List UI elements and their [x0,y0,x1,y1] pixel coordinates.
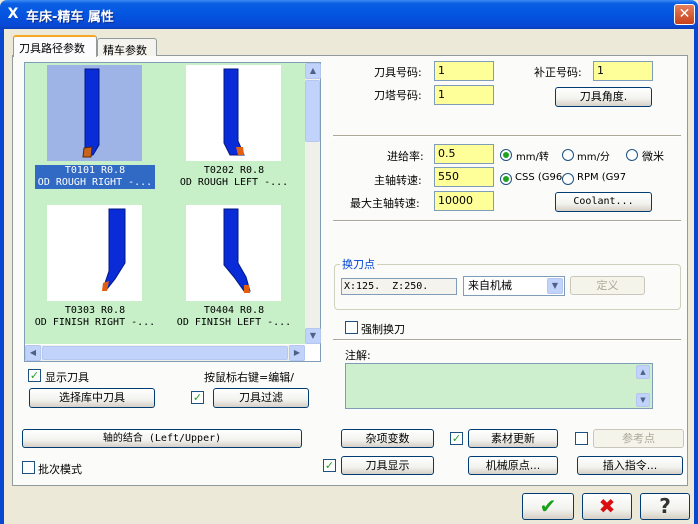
tool-label[interactable]: T0303 R0.8 OD FINISH RIGHT -... [33,305,157,329]
machine-origin-button[interactable]: 机械原点... [468,456,558,475]
question-icon: ? [659,494,671,518]
offset-number-input[interactable]: 1 [593,61,653,81]
window-frame-left [0,29,4,524]
app-icon: X [7,6,19,22]
spindle-speed-label: 主轴转速: [374,174,422,187]
tool-number-input[interactable]: 1 [434,61,494,81]
tool-change-source-value: 来自机械 [468,279,512,292]
stock-update-checkbox[interactable]: ✓ [450,432,463,445]
max-spindle-label: 最大主轴转速: [350,197,420,210]
css-g96-radio[interactable] [500,173,512,185]
tool-filter-checkbox[interactable]: ✓ [191,391,204,404]
tab-toolpath-params[interactable]: 刀具路径参数 [13,35,97,57]
tool-thumbnail[interactable] [186,205,281,301]
check-icon: ✔ [539,494,557,518]
ok-button[interactable]: ✔ [522,493,574,520]
max-spindle-input[interactable]: 10000 [434,191,494,211]
tool-display-checkbox[interactable]: ✓ [323,459,336,472]
tool-icon-finish-left [223,208,251,293]
feed-unit-mm-rev-radio[interactable] [500,149,512,161]
tool-angle-button[interactable]: 刀具角度. [555,87,652,107]
scroll-thumb-v[interactable] [305,80,320,142]
feed-rate-label: 进给率: [387,150,424,163]
select-library-tool-button[interactable]: 选择库中刀具 [29,388,155,408]
scroll-right-button[interactable]: ▶ [289,345,305,361]
close-button[interactable]: ✕ [674,4,695,25]
tool-icon-rough-left [223,68,245,156]
tool-display-button[interactable]: 刀具显示 [341,456,434,475]
feed-unit-mm-min-label: mm/分 [577,152,610,163]
scroll-thumb-h[interactable] [42,346,288,360]
feed-unit-micron-label: 微米 [642,150,664,163]
batch-mode-checkbox[interactable] [22,461,35,474]
tool-change-group-label: 换刀点 [340,256,377,272]
comment-scroll-down[interactable]: ▼ [636,393,650,407]
chevron-down-icon[interactable]: ▼ [547,278,563,294]
force-tool-change-checkbox[interactable] [345,321,358,334]
tool-thumbnail[interactable] [47,65,142,161]
stock-update-button[interactable]: 素材更新 [468,429,558,448]
misc-values-button[interactable]: 杂项变数 [341,429,434,448]
x-icon: ✖ [598,494,616,518]
cancel-button[interactable]: ✖ [582,493,632,520]
comment-textarea[interactable] [345,363,653,409]
turret-number-label: 刀塔号码: [374,89,422,102]
insert-instruction-button[interactable]: 插入指令... [577,456,683,475]
show-tool-label: 显示刀具 [45,371,89,384]
tool-list-area[interactable]: T0101 R0.8 OD ROUGH RIGHT -... T0202 R0.8… [25,63,305,344]
help-button[interactable]: ? [640,493,690,520]
feed-unit-mm-rev-label: mm/转 [516,152,549,163]
rpm-g97-label: RPM (G97 [577,172,627,183]
feed-unit-micron-radio[interactable] [626,149,638,161]
scroll-up-button[interactable]: ▲ [305,63,321,79]
comment-scroll-up[interactable]: ▲ [636,365,650,379]
feed-unit-mm-min-radio[interactable] [562,149,574,161]
tool-thumbnail[interactable] [186,65,281,161]
define-button[interactable]: 定义 [570,276,645,295]
axis-combination-button[interactable]: 轴的结合 (Left/Upper) [22,429,302,448]
tool-label[interactable]: T0202 R0.8 OD ROUGH LEFT -... [175,165,293,189]
window-frame-right [694,29,698,524]
reference-point-checkbox[interactable] [575,432,588,445]
tool-icon-rough-right [82,68,100,158]
batch-mode-label: 批次模式 [38,463,82,476]
rpm-g97-radio[interactable] [562,173,574,185]
coolant-button[interactable]: Coolant... [555,192,652,212]
separator [333,220,681,222]
tool-label[interactable]: T0101 R0.8 OD ROUGH RIGHT -... [35,165,155,189]
tool-filter-button[interactable]: 刀具过滤 [213,388,309,408]
tool-icon-finish-right [102,208,126,291]
spindle-speed-input[interactable]: 550 [434,167,494,187]
tab-finish-params[interactable]: 精车参数 [97,38,157,57]
scroll-left-button[interactable]: ◀ [25,345,41,361]
force-tool-change-label: 强制换刀 [361,323,405,336]
separator [333,135,681,137]
css-g96-label: CSS (G96 [515,172,563,183]
window-title: 车床-精车 属性 [26,10,114,25]
reference-point-button[interactable]: 参考点 [593,429,684,448]
scroll-down-button[interactable]: ▼ [305,328,321,344]
show-tool-checkbox[interactable]: ✓ [28,369,41,382]
comment-label: 注解: [345,349,371,362]
tool-number-label: 刀具号码: [374,66,422,79]
turret-number-input[interactable]: 1 [434,85,494,105]
right-click-hint: 按鼠标右键=编辑/ [204,371,294,384]
tool-label[interactable]: T0404 R0.8 OD FINISH LEFT -... [173,305,295,329]
separator [333,339,681,341]
offset-number-label: 补正号码: [534,66,582,79]
feed-rate-input[interactable]: 0.5 [434,144,494,164]
tool-thumbnail[interactable] [47,205,142,301]
tool-change-coords: X:125. Z:250. [341,278,457,295]
